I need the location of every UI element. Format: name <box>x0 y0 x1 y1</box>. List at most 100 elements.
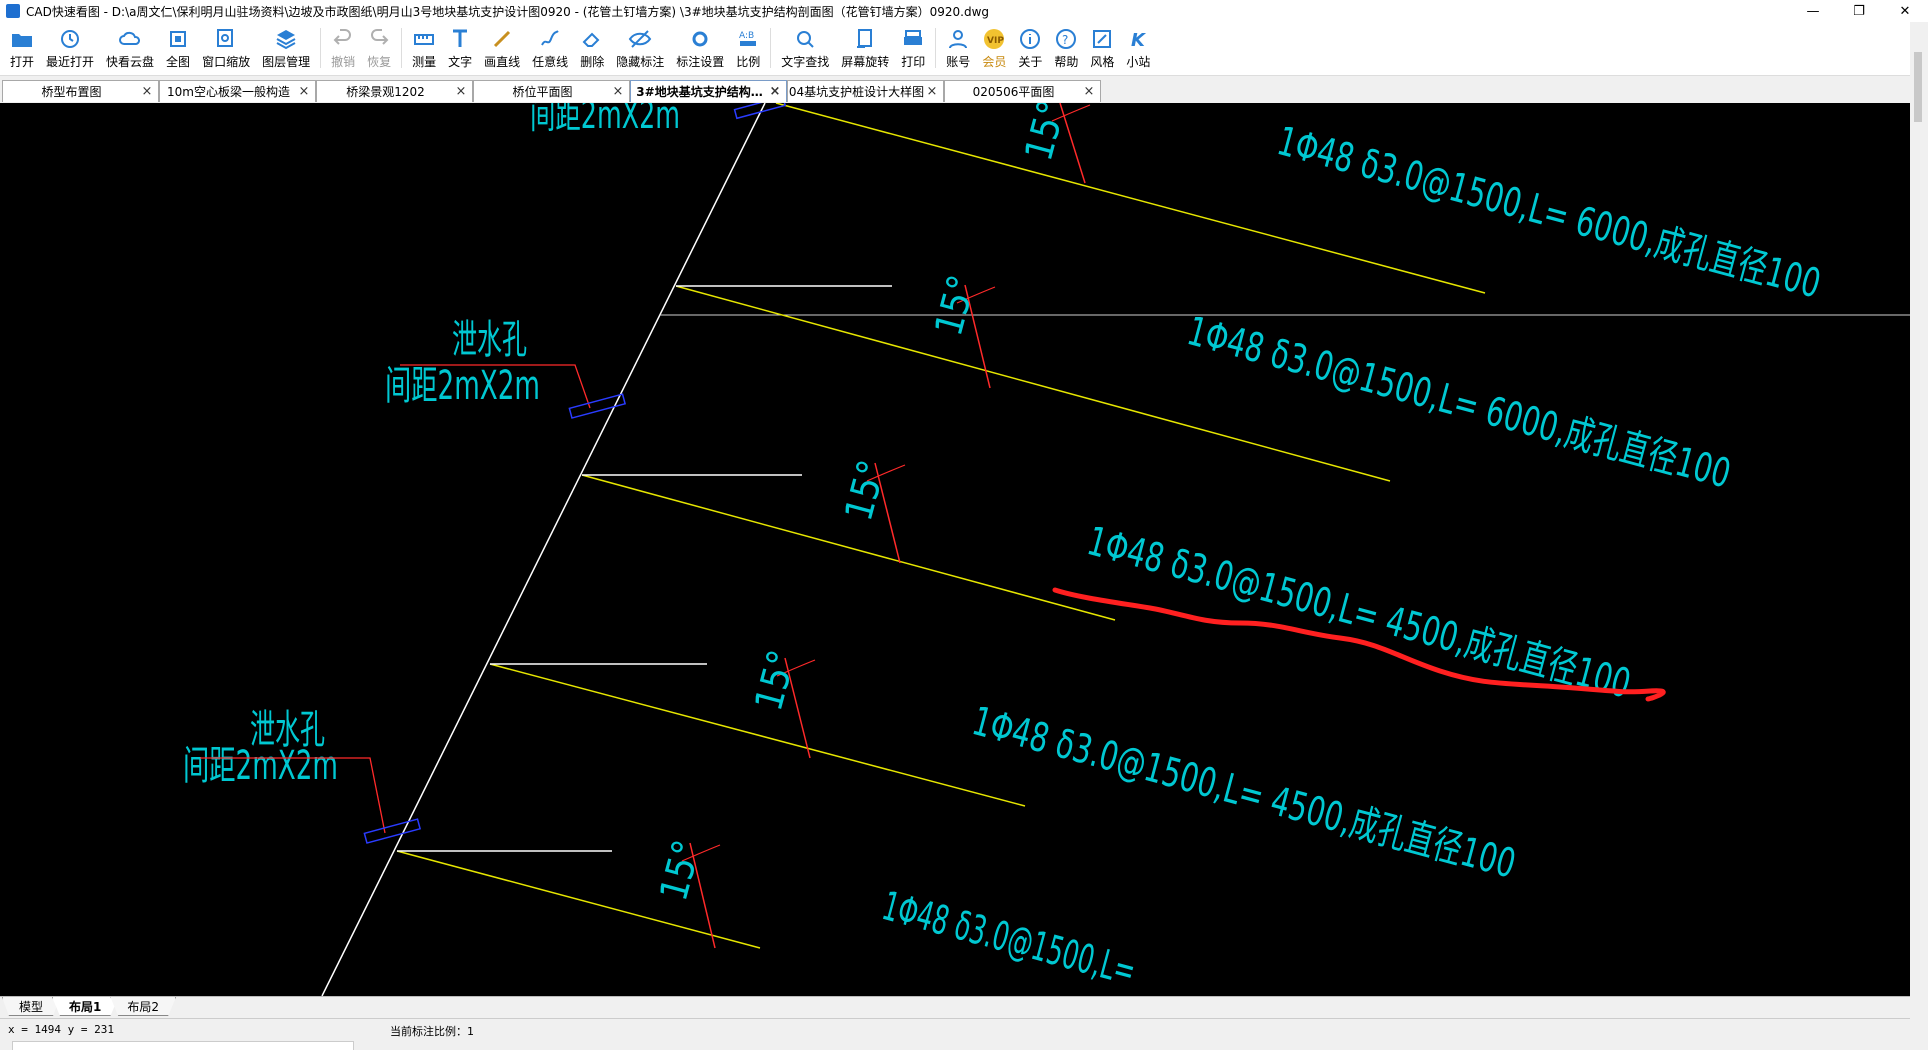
toolbar-button-label: 帮助 <box>1054 55 1079 69</box>
document-tab[interactable]: 10m空心板梁一般构造 × <box>159 80 316 102</box>
tab-label: 桥位平面图 <box>512 85 573 99</box>
toolbar-button-15[interactable]: A:B 比例 <box>730 22 766 74</box>
fit-all-icon <box>166 27 190 51</box>
tab-label: 020506平面图 <box>972 85 1055 99</box>
toolbar-button-20[interactable]: VIP 会员 <box>976 22 1012 74</box>
layout-tab[interactable]: 布局2 <box>110 997 177 1016</box>
scrollbar-thumb[interactable] <box>1914 52 1922 122</box>
toolbar-button-label: 关于 <box>1018 55 1043 69</box>
status-bar: x = 1494 y = 231 当前标注比例：1 <box>0 1018 1910 1050</box>
toolbar-button-label: 快看云盘 <box>106 55 155 69</box>
rotate-screen-icon <box>853 27 877 51</box>
tab-label: 3#地块基坑支护结构… <box>636 85 763 99</box>
tab-close-icon[interactable]: × <box>768 84 782 99</box>
drain-hole-title: 泄水孔 <box>452 317 527 363</box>
angle-label: 15° <box>746 645 804 715</box>
help-icon: ? <box>1054 27 1078 51</box>
tab-close-icon[interactable]: × <box>297 84 311 99</box>
freehand-icon <box>538 27 562 51</box>
angle-label: 15° <box>1016 103 1074 165</box>
toolbar-separator <box>935 28 937 68</box>
hide-eye-icon <box>628 27 652 51</box>
toolbar-separator <box>401 28 403 68</box>
tab-close-icon[interactable]: × <box>925 84 939 99</box>
toolbar-button-5[interactable]: 图层管理 <box>256 22 316 74</box>
command-input[interactable] <box>12 1041 354 1050</box>
layout-tab[interactable]: 布局1 <box>52 997 119 1016</box>
document-tab[interactable]: 3#地块基坑支护结构… × <box>630 80 787 102</box>
toolbar-button-12[interactable]: 删除 <box>574 22 610 74</box>
recent-icon <box>58 27 82 51</box>
toolbar-button-0[interactable]: 打开 <box>4 22 40 74</box>
toolbar-button-18[interactable]: 打印 <box>895 22 931 74</box>
nail-spec-label: 1Φ48 δ3.0@1500,L= 4500,成孔直径100 <box>967 698 1520 887</box>
document-tab[interactable]: 04基坑支护桩设计大样图 × <box>787 80 944 102</box>
angle-label: 15° <box>836 455 894 525</box>
toolbar-button-9[interactable]: 文字 <box>442 22 478 74</box>
tab-close-icon[interactable]: × <box>1082 84 1096 99</box>
printer-icon <box>901 27 925 51</box>
toolbar-button-24[interactable]: K 小站 <box>1120 22 1156 74</box>
toolbar-button-4[interactable]: 窗口缩放 <box>196 22 256 74</box>
toolbar-button-19[interactable]: 账号 <box>940 22 976 74</box>
drain-spacing-label: 间距2mX2m <box>530 103 680 137</box>
toolbar-button-6[interactable]: 撤销 <box>325 22 361 74</box>
window-zoom-icon <box>214 27 238 51</box>
toolbar-button-label: 比例 <box>736 55 761 69</box>
folder-open-icon <box>10 27 34 51</box>
annotation-settings-icon <box>688 27 712 51</box>
annotation-scale-status: 当前标注比例：1 <box>390 1025 474 1038</box>
cad-drawing[interactable]: 15° 1Φ48 δ3.0@1500,L= 6000,成孔直径100 15° 1Φ48… <box>0 103 1910 996</box>
eraser-icon <box>580 27 604 51</box>
toolbar-button-14[interactable]: 标注设置 <box>670 22 730 74</box>
toolbar-button-label: 撤销 <box>331 55 356 69</box>
toolbar-button-11[interactable]: 任意线 <box>526 22 574 74</box>
user-icon <box>946 27 970 51</box>
toolbar-button-23[interactable]: 风格 <box>1084 22 1120 74</box>
close-button[interactable]: ✕ <box>1882 0 1928 22</box>
document-tabs: 桥型布置图 × 10m空心板梁一般构造 × 桥梁景观1202 × 桥位平面图 × 3#地块基坑支… <box>0 78 1910 102</box>
document-tab[interactable]: 桥位平面图 × <box>473 80 630 102</box>
toolbar-button-10[interactable]: 画直线 <box>478 22 526 74</box>
toolbar-button-label: 窗口缩放 <box>202 55 251 69</box>
restore-button[interactable]: ❐ <box>1836 0 1882 22</box>
tab-close-icon[interactable]: × <box>611 84 625 99</box>
drawing-canvas[interactable]: 15° 1Φ48 δ3.0@1500,L= 6000,成孔直径100 15° 1Φ48… <box>0 103 1910 996</box>
tab-close-icon[interactable]: × <box>140 84 154 99</box>
line-icon <box>490 27 514 51</box>
minimize-button[interactable]: — <box>1790 0 1836 22</box>
toolbar-button-21[interactable]: 关于 <box>1012 22 1048 74</box>
layout-tab[interactable]: 模型 <box>2 997 61 1016</box>
toolbar-separator <box>320 28 322 68</box>
toolbar-button-7[interactable]: 恢复 <box>361 22 397 74</box>
toolbar-button-2[interactable]: 快看云盘 <box>100 22 160 74</box>
main-toolbar: 打开 最近打开 快看云盘 全图 窗口缩放 图层管理 撤销 恢复 测量 文字 画直线 任意线 删除 隐藏标注… <box>0 22 1910 76</box>
svg-text:A:B: A:B <box>739 31 754 41</box>
angle-label: 15° <box>651 835 709 905</box>
vertical-scrollbar[interactable] <box>1910 22 1928 1048</box>
toolbar-button-label: 最近打开 <box>46 55 95 69</box>
soil-nail-line <box>775 103 1486 294</box>
document-tab[interactable]: 桥梁景观1202 × <box>316 80 473 102</box>
tab-close-icon[interactable]: × <box>454 84 468 99</box>
document-tab[interactable]: 020506平面图 × <box>944 80 1101 102</box>
undo-icon <box>331 27 355 51</box>
tab-label: 桥梁景观1202 <box>346 85 425 99</box>
toolbar-button-label: 文字查找 <box>781 55 830 69</box>
toolbar-button-17[interactable]: 屏幕旋转 <box>835 22 895 74</box>
toolbar-button-22[interactable]: ? 帮助 <box>1048 22 1084 74</box>
toolbar-button-13[interactable]: 隐藏标注 <box>610 22 670 74</box>
toolbar-button-16[interactable]: 文字查找 <box>775 22 835 74</box>
toolbar-button-label: 任意线 <box>532 55 569 69</box>
drain-hole-symbol <box>568 393 627 419</box>
toolbar-button-label: 会员 <box>982 55 1007 69</box>
measure-icon <box>412 27 436 51</box>
toolbar-button-8[interactable]: 测量 <box>406 22 442 74</box>
info-icon <box>1018 27 1042 51</box>
toolbar-button-3[interactable]: 全图 <box>160 22 196 74</box>
toolbar-button-label: 测量 <box>412 55 437 69</box>
document-tab[interactable]: 桥型布置图 × <box>2 80 159 102</box>
nail-spec-label: 1Φ48 δ3.0@1500,L= 6000,成孔直径100 <box>1272 118 1825 307</box>
toolbar-button-1[interactable]: 最近打开 <box>40 22 100 74</box>
toolbar-button-label: 图层管理 <box>262 55 311 69</box>
